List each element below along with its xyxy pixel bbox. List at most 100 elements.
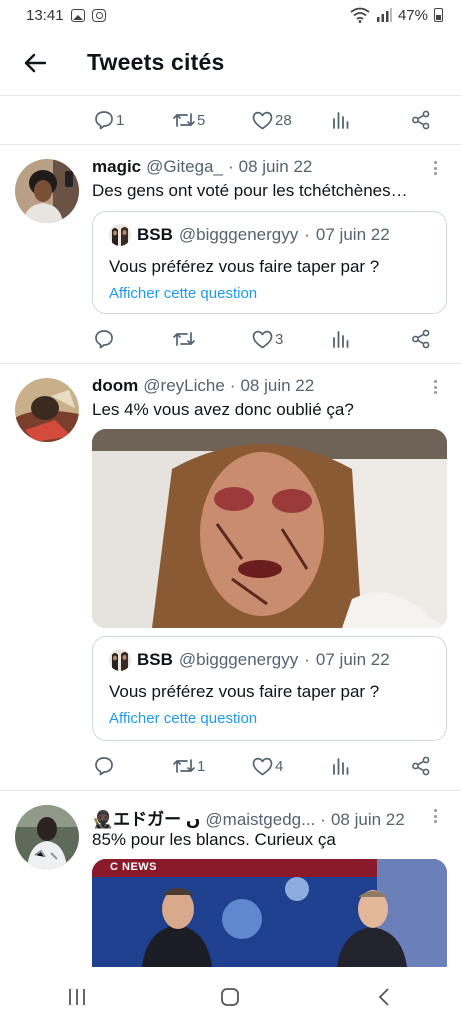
reply-button[interactable] [94, 756, 116, 776]
author-name[interactable]: 🥷🏿エドガー ں [92, 805, 200, 830]
share-button[interactable] [411, 756, 431, 776]
separator-dot: · [227, 157, 234, 176]
quote-tweet-2[interactable]: doom @reyLiche · 08 juin 22 Les 4% vous … [0, 364, 461, 790]
like-count: 28 [275, 111, 292, 129]
separator-dot: · [320, 810, 326, 829]
tweet-actions: 3 [0, 319, 461, 359]
heart-icon [252, 330, 273, 348]
bar-chart-icon [333, 112, 349, 129]
battery-icon [434, 8, 443, 22]
like-button[interactable]: 3 [252, 330, 283, 349]
instagram-icon [91, 8, 106, 22]
like-count: 3 [275, 330, 284, 348]
separator-dot: · [229, 376, 236, 395]
more-options-icon[interactable] [427, 806, 443, 826]
quoted-author-name: BSB [137, 225, 173, 244]
quoted-tweet-text: Vous préférez vous faire taper par ? [109, 682, 380, 701]
tweet-header: 🥷🏿エドガー ں @maistgedg... · 08 juin 22 [92, 805, 421, 830]
tweet-date[interactable]: 08 juin 22 [331, 810, 405, 830]
author-handle[interactable]: @maistgedg... [205, 810, 315, 830]
views-button[interactable] [332, 111, 350, 129]
quote-tweet-1[interactable]: magic @Gitega_ · 08 juin 22 Des gens ont… [0, 145, 461, 363]
more-options-icon[interactable] [427, 377, 443, 397]
quoted-tweet-date: 07 juin 22 [315, 225, 390, 244]
retweet-button[interactable] [173, 330, 197, 348]
retweet-icon [173, 113, 195, 127]
tweet-text: Des gens ont voté pour les tchétchènes… [92, 181, 408, 200]
quoted-tweet[interactable]: BSB @bigggenergyy · 07 juin 22 Vous préf… [92, 636, 447, 741]
retweet-count: 5 [197, 111, 206, 129]
home-icon [221, 988, 240, 1006]
share-icon [412, 329, 430, 349]
quoted-author-handle: @bigggenergyy [178, 650, 299, 669]
share-icon [412, 110, 430, 130]
system-back-button[interactable] [354, 977, 414, 1017]
heart-icon [252, 757, 273, 775]
tweet-actions: 1 4 [0, 746, 461, 786]
avatar[interactable] [15, 378, 79, 442]
quoted-tweet-header: BSB @bigggenergyy · 07 juin 22 [109, 649, 390, 671]
share-button[interactable] [411, 110, 431, 130]
quote-tweet-3[interactable]: 🥷🏿エドガー ں @maistgedg... · 08 juin 22 85% … [0, 791, 461, 971]
tweet-date[interactable]: 08 juin 22 [240, 376, 314, 396]
avatar[interactable] [15, 805, 79, 869]
app-header: Tweets cités [0, 30, 461, 96]
more-options-icon[interactable] [427, 158, 443, 178]
separator-dot: · [304, 650, 310, 669]
views-button[interactable] [332, 330, 350, 348]
reply-icon [95, 330, 113, 349]
like-count: 4 [275, 757, 284, 775]
quoted-tweet-date: 07 juin 22 [315, 650, 390, 669]
reply-count: 1 [116, 111, 125, 129]
reply-icon [95, 111, 113, 130]
status-time: 13:41 [26, 6, 64, 24]
quoted-tweet-header: BSB @bigggenergyy · 07 juin 22 [109, 224, 390, 246]
avatar[interactable] [15, 159, 79, 223]
retweet-count: 1 [197, 757, 206, 775]
like-button[interactable]: 4 [252, 757, 283, 776]
retweet-button[interactable]: 5 [173, 111, 205, 129]
heart-icon [252, 111, 273, 129]
recent-apps-button[interactable] [47, 977, 107, 1017]
tweet-header: magic @Gitega_ · 08 juin 22 [92, 157, 421, 177]
tweet-header: doom @reyLiche · 08 juin 22 [92, 376, 421, 396]
retweet-icon [173, 332, 195, 346]
tweet-date[interactable]: 08 juin 22 [239, 157, 313, 177]
channel-logo: C NEWS [110, 861, 157, 873]
arrow-left-icon [24, 53, 46, 72]
retweet-icon [173, 759, 195, 773]
quoted-tweet-text: Vous préférez vous faire taper par ? [109, 257, 380, 276]
system-navigation-bar [0, 970, 461, 1024]
gallery-icon [70, 8, 85, 22]
author-handle[interactable]: @Gitega_ [146, 157, 223, 177]
reply-button[interactable] [94, 329, 116, 349]
author-name[interactable]: magic [92, 157, 141, 177]
author-handle[interactable]: @reyLiche [143, 376, 225, 396]
show-question-link[interactable]: Afficher cette question [109, 285, 257, 302]
share-button[interactable] [411, 329, 431, 349]
author-name[interactable]: doom [92, 376, 138, 396]
share-icon [412, 756, 430, 776]
tweet-image[interactable] [92, 429, 447, 628]
tweet-video-thumbnail[interactable]: C NEWS [92, 859, 447, 967]
quoted-author-handle: @bigggenergyy [178, 225, 299, 244]
original-tweet-actions: 1 5 28 [0, 100, 461, 140]
tweet-text: 85% pour les blancs. Curieux ça [92, 830, 336, 849]
views-button[interactable] [332, 757, 350, 775]
separator-dot: · [304, 225, 310, 244]
status-bar: 13:41 47% [0, 0, 461, 30]
quoted-avatar [109, 649, 131, 671]
retweet-button[interactable]: 1 [173, 757, 205, 775]
reply-icon [95, 757, 113, 776]
chevron-left-icon [378, 988, 389, 1006]
back-button[interactable] [0, 30, 70, 96]
quoted-tweet[interactable]: BSB @bigggenergyy · 07 juin 22 Vous préf… [92, 211, 447, 314]
page-title: Tweets cités [87, 49, 225, 75]
like-button[interactable]: 28 [252, 111, 292, 130]
home-button[interactable] [200, 977, 260, 1017]
show-question-link[interactable]: Afficher cette question [109, 710, 257, 727]
reply-button[interactable]: 1 [94, 110, 124, 130]
signal-icon [376, 8, 392, 22]
battery-level: 47% [397, 6, 428, 24]
recent-apps-icon [68, 989, 85, 1005]
